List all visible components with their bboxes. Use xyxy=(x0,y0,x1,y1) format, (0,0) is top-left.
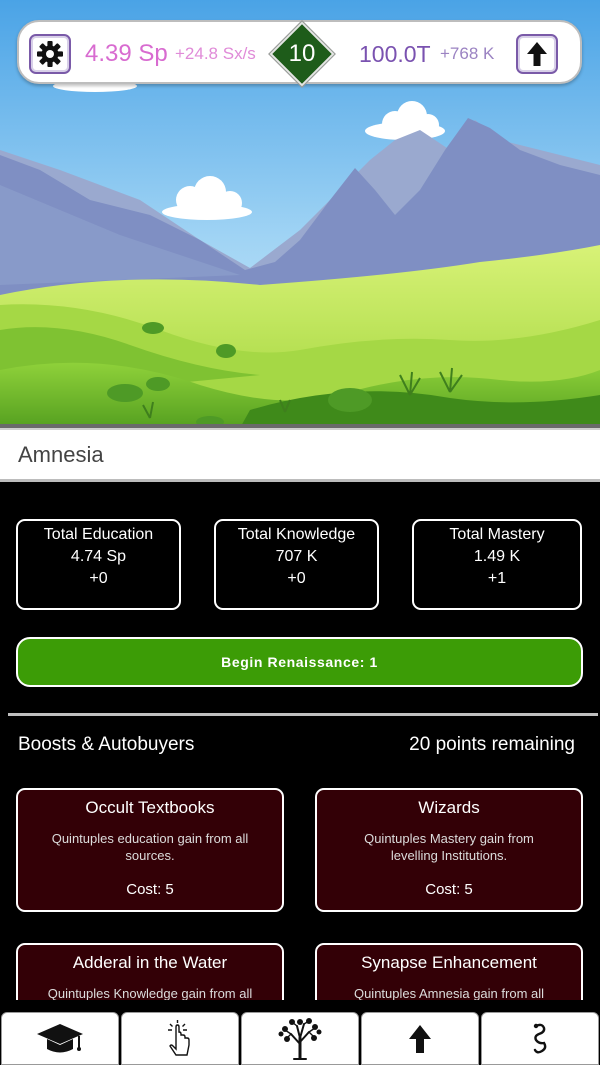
currency-rate: +24.8 Sx/s xyxy=(175,44,256,63)
stat-value: 1.49 K xyxy=(473,548,521,565)
upgrade-button[interactable] xyxy=(516,34,558,74)
points-remaining: 20 points remaining xyxy=(409,734,575,755)
section-divider xyxy=(8,713,598,716)
stat-delta: +1 xyxy=(487,570,507,587)
boost-description: Quintuples Mastery gain from levelling I… xyxy=(364,831,534,863)
nav-upgrade-button[interactable] xyxy=(361,1012,479,1065)
nav-click-button[interactable] xyxy=(121,1012,239,1065)
boost-name: Synapse Enhancement xyxy=(361,953,537,972)
game-screen: 4.39 Sp +24.8 Sx/s 10 100.0T +768 K Amne… xyxy=(0,0,600,1065)
level-badge: 10 xyxy=(269,21,335,87)
stat-delta: +0 xyxy=(89,570,108,587)
stat-card-knowledge: Total Knowledge 707 K +0 xyxy=(214,519,379,610)
stat-value: 707 K xyxy=(275,548,318,565)
currency-value: 4.39 Sp xyxy=(85,40,168,67)
arrow-up-icon xyxy=(527,42,547,66)
gear-icon xyxy=(37,41,63,67)
page-title: Amnesia xyxy=(18,442,104,467)
boost-description: Quintuples education gain from all sourc… xyxy=(51,831,249,863)
boost-card-occult-textbooks[interactable]: Occult Textbooks Quintuples education ga… xyxy=(16,788,284,912)
stat-delta: +0 xyxy=(287,570,306,587)
bottom-navigation xyxy=(0,1000,600,1065)
knowledge-value: 100.0T xyxy=(359,40,431,67)
stat-card-mastery: Total Mastery 1.49 K +1 xyxy=(412,519,582,610)
boost-cost: Cost: 5 xyxy=(425,881,473,898)
knowledge-rate: +768 K xyxy=(440,44,495,63)
boosts-section-title: Boosts & Autobuyers xyxy=(18,734,195,755)
arrow-up-icon xyxy=(409,1024,431,1053)
resource-bar: 4.39 Sp +24.8 Sx/s 10 100.0T +768 K xyxy=(17,20,582,87)
stat-label: Total Knowledge xyxy=(237,526,356,543)
stat-label: Total Mastery xyxy=(449,526,545,543)
boost-name: Adderal in the Water xyxy=(72,953,228,972)
snake-icon xyxy=(533,1023,547,1053)
boost-cost: Cost: 5 xyxy=(126,881,174,898)
nav-snake-button[interactable] xyxy=(481,1012,599,1065)
boost-name: Occult Textbooks xyxy=(85,798,215,817)
boost-name: Wizards xyxy=(418,798,480,817)
stat-value: 4.74 Sp xyxy=(70,548,127,565)
settings-button[interactable] xyxy=(29,34,71,74)
level-number: 10 xyxy=(288,40,316,67)
page-header: Amnesia xyxy=(0,428,600,482)
boost-card-wizards[interactable]: Wizards Quintuples Mastery gain from lev… xyxy=(315,788,583,912)
begin-renaissance-button[interactable]: Begin Renaissance: 1 xyxy=(16,637,583,687)
nav-education-button[interactable] xyxy=(1,1012,119,1065)
stat-label: Total Education xyxy=(43,526,154,543)
tree-icon xyxy=(278,1017,322,1060)
graduation-cap-icon xyxy=(37,1023,83,1052)
stat-card-education: Total Education 4.74 Sp +0 xyxy=(16,519,181,610)
pointer-click-icon xyxy=(168,1019,190,1056)
nav-tree-button[interactable] xyxy=(241,1012,359,1065)
